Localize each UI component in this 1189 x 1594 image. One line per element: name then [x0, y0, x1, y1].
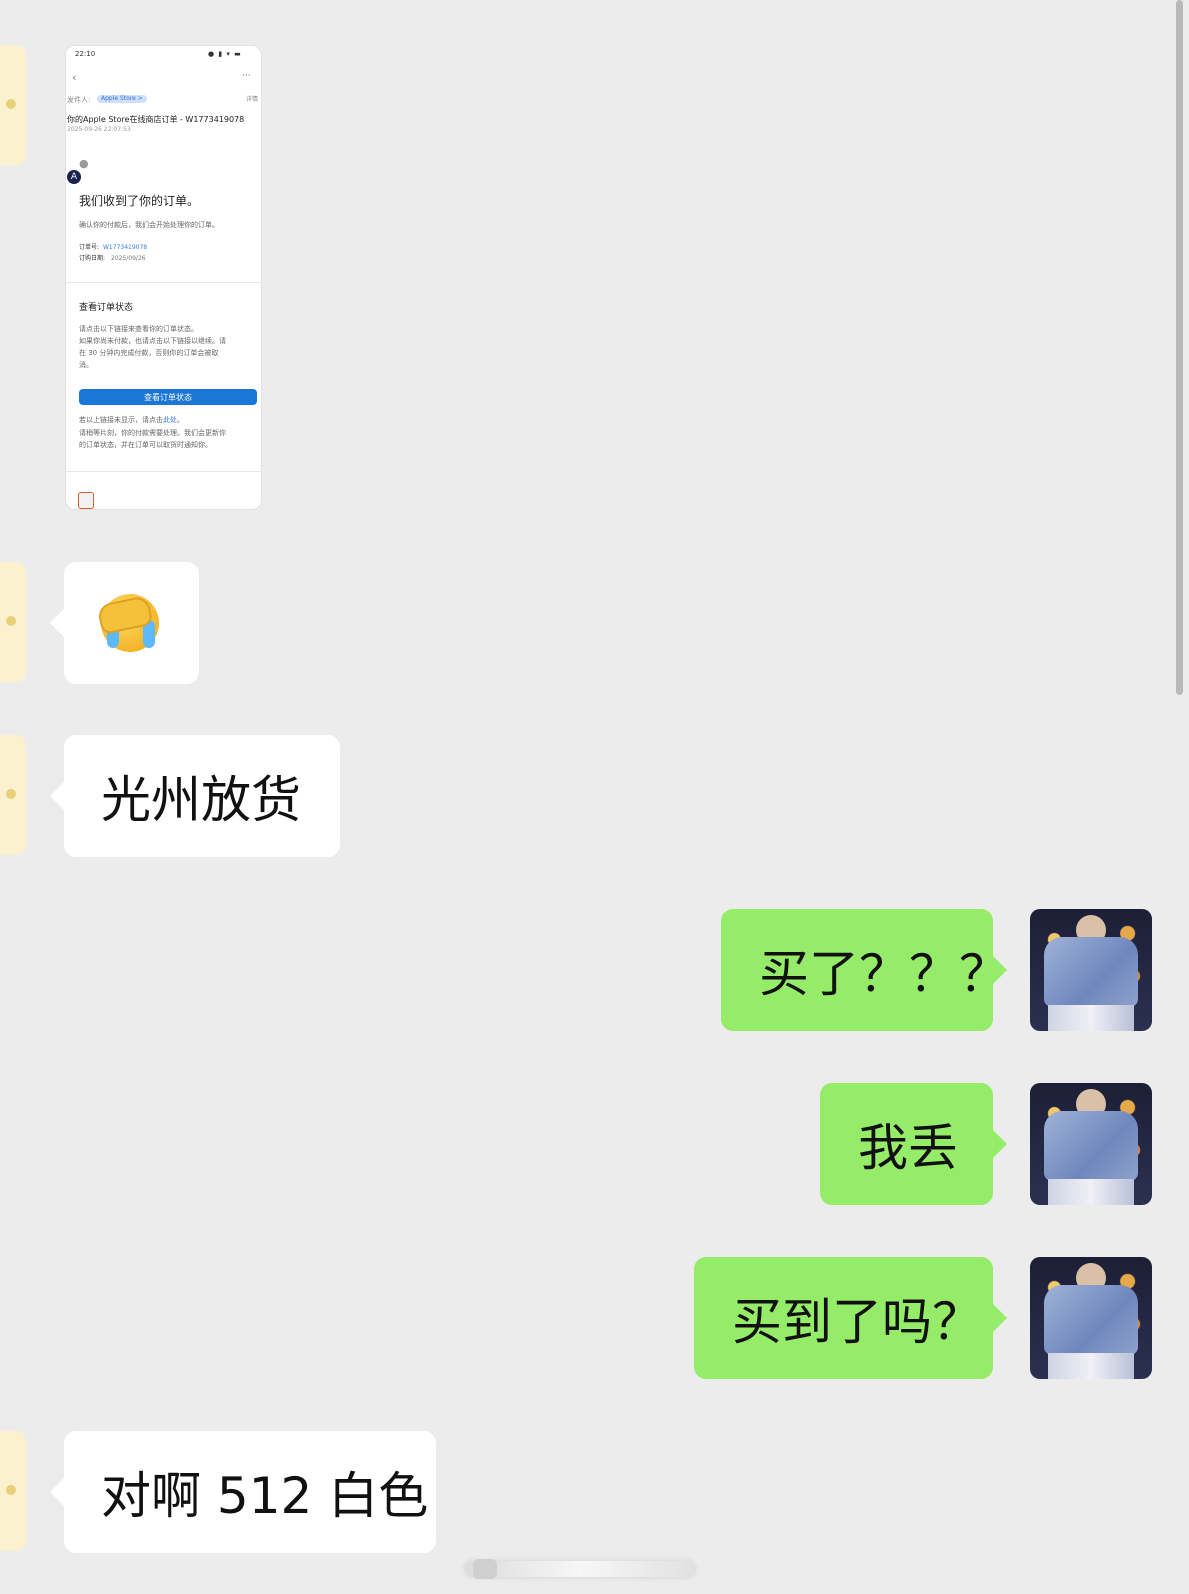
divider	[66, 282, 261, 283]
more-icon: ···	[242, 71, 251, 81]
footer-text-1a: 若以上链接未显示，请点击	[79, 416, 163, 424]
image-message-screenshot[interactable]: 22:10 ● ▮ ▾ ▬ ‹ ··· 发件人: Apple Store > 详…	[65, 45, 262, 510]
avatar-decoration	[6, 789, 16, 799]
avatar-figure-jacket	[1044, 1111, 1138, 1181]
contact-avatar[interactable]	[0, 735, 26, 855]
avatar-figure-jacket	[1044, 937, 1138, 1007]
shopping-bag-icon	[78, 492, 94, 509]
contact-avatar[interactable]	[0, 45, 26, 165]
status-text-3: 在 30 分钟内完成付款，否则你的订单会被取	[79, 349, 219, 357]
email-subject: 你的Apple Store在线商店订单 - W1773419078	[67, 115, 245, 124]
apple-logo-icon: ●	[79, 157, 89, 170]
status-text-2: 如果你尚未付款，也请点击以下链接以继续。请	[79, 337, 226, 345]
bottom-floating-bar[interactable]	[465, 1559, 695, 1579]
avatar-figure-legs	[1048, 1353, 1134, 1379]
status-icons: ● ▮ ▾ ▬	[208, 50, 242, 58]
back-icon: ‹	[72, 71, 77, 84]
avatar-figure-legs	[1048, 1005, 1134, 1031]
status-text-4: 消。	[79, 361, 93, 369]
sender-chip: Apple Store >	[97, 95, 147, 103]
avatar-figure-jacket	[1044, 1285, 1138, 1355]
bottom-bar-handle[interactable]	[473, 1559, 497, 1579]
message-bubble-received[interactable]: 对啊 512 白色	[50, 1431, 436, 1553]
scrollbar-thumb[interactable]	[1176, 0, 1183, 695]
emoji-message[interactable]	[50, 562, 199, 684]
message-bubble-received[interactable]: 光州放货	[50, 735, 340, 857]
avatar-decoration	[6, 99, 16, 109]
view-order-status-button: 查看订单状态	[79, 389, 257, 405]
avatar-decoration	[6, 616, 16, 626]
here-link: 此处	[163, 416, 177, 424]
message-bubble-sent[interactable]: 我丢	[820, 1083, 1007, 1205]
order-no: W1773419078	[103, 244, 148, 251]
email-heading: 我们收到了你的订单。	[79, 194, 200, 208]
face-palm-crying-emoji-icon	[96, 594, 159, 652]
email-intro: 确认你的付款后，我们会开始处理你的订单。	[79, 221, 219, 229]
footer-text-3: 的订单状态，并在订单可以取货时通知你。	[79, 441, 212, 449]
contact-avatar[interactable]	[0, 562, 26, 682]
footer-text-2: 请稍等片刻，你的付款需要处理。我们会更新你	[79, 429, 226, 437]
contact-avatar[interactable]	[0, 1431, 26, 1551]
email-date: 2025-09-26 22:07:53	[67, 126, 131, 133]
my-avatar[interactable]	[1030, 1257, 1152, 1379]
divider	[66, 471, 261, 472]
status-text-1: 请点击以下链接来查看你的订单状态。	[79, 325, 198, 333]
status-time: 22:10	[75, 50, 96, 58]
detail-link: 详情	[246, 96, 259, 103]
message-bubble-sent[interactable]: 买到了吗？	[694, 1257, 1007, 1379]
assistant-icon: A	[67, 170, 81, 184]
message-bubble-sent[interactable]: 买了？？？	[721, 909, 1009, 1031]
avatar-decoration	[6, 1485, 16, 1495]
order-no-label: 订单号:	[79, 244, 100, 251]
footer-text-1c: 。	[177, 416, 184, 424]
my-avatar[interactable]	[1030, 1083, 1152, 1205]
status-heading: 查看订单状态	[79, 303, 134, 313]
my-avatar[interactable]	[1030, 909, 1152, 1031]
sender-label: 发件人:	[67, 96, 91, 104]
avatar-figure-legs	[1048, 1179, 1134, 1205]
order-date-label: 订购日期:	[79, 255, 106, 262]
footer-text-1: 若以上链接未显示，请点击此处。	[79, 417, 184, 424]
order-date: 2025/09/26	[111, 255, 146, 262]
